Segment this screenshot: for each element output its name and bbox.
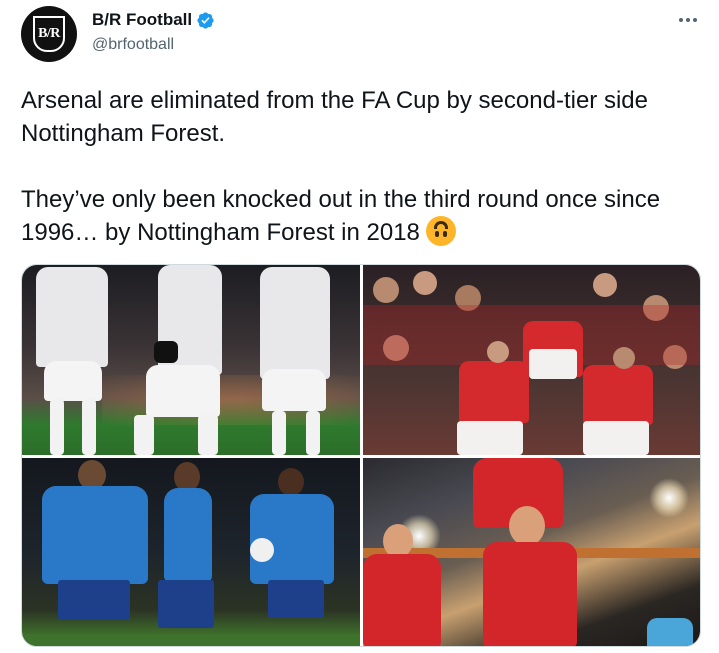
football-ball [250, 538, 274, 562]
player-shirt [260, 267, 330, 379]
stadium-light [649, 478, 689, 518]
tweet-paragraph-2: They’ve only been knocked out in the thi… [21, 183, 701, 249]
more-dot [679, 18, 683, 22]
player-shorts [146, 365, 220, 417]
player-shirt [36, 267, 108, 367]
avatar[interactable]: B/R [21, 6, 77, 62]
player-head [278, 468, 304, 496]
tweet: B/R B/R Football @brfootball Arsenal are… [0, 0, 719, 653]
tweet-text: Arsenal are eliminated from the FA Cup b… [21, 84, 701, 249]
player-shirt [363, 554, 441, 646]
player-shorts [457, 421, 523, 455]
player-face [613, 347, 635, 369]
br-logo-icon: B/R [33, 16, 65, 52]
player-shorts [529, 349, 577, 379]
opponent-shirt [647, 618, 693, 646]
media-grid [21, 264, 701, 647]
player-leg [134, 415, 154, 455]
player-shorts [268, 580, 324, 618]
tweet-paragraph-1: Arsenal are eliminated from the FA Cup b… [21, 87, 648, 147]
more-dot [686, 18, 690, 22]
upside-down-face-icon [425, 216, 456, 246]
player-leg [198, 415, 218, 455]
player-face [487, 341, 509, 363]
arsenal-players-white-kit-photo[interactable] [22, 265, 360, 455]
verified-badge-icon [197, 11, 214, 29]
crowd-face [593, 273, 617, 297]
player-shorts [44, 361, 102, 401]
player-shorts [262, 369, 326, 411]
player-shorts [58, 580, 130, 620]
more-options-icon[interactable] [676, 10, 700, 30]
forest-crowd-celebration-photo[interactable] [363, 265, 700, 455]
crowd-face [373, 277, 399, 303]
player-shirt [42, 486, 148, 584]
player-leg [82, 399, 96, 455]
player-shorts [583, 421, 649, 455]
pitch-grass [22, 634, 360, 646]
forest-players-celebration-photo[interactable] [363, 458, 700, 646]
tweet-paragraph-2-text: They’ve only been knocked out in the thi… [21, 186, 661, 246]
player-face [383, 524, 413, 558]
player-leg [306, 411, 320, 455]
player-shirt [583, 365, 653, 425]
player-shorts [158, 580, 214, 628]
arsenal-players-blue-kit-photo[interactable] [22, 458, 360, 646]
player-shirt [459, 361, 529, 423]
player-face [509, 506, 545, 546]
crowd-face [413, 271, 437, 295]
player-leg [272, 411, 286, 455]
avatar-text: B/R [38, 26, 60, 41]
player-shirt [164, 488, 212, 582]
player-shirt [483, 542, 577, 646]
more-dot [693, 18, 697, 22]
author-name-row: B/R Football [92, 10, 215, 30]
player-leg [50, 399, 64, 455]
display-name[interactable]: B/R Football [92, 10, 192, 30]
player-glove [154, 341, 178, 363]
handle[interactable]: @brfootball [92, 36, 174, 54]
